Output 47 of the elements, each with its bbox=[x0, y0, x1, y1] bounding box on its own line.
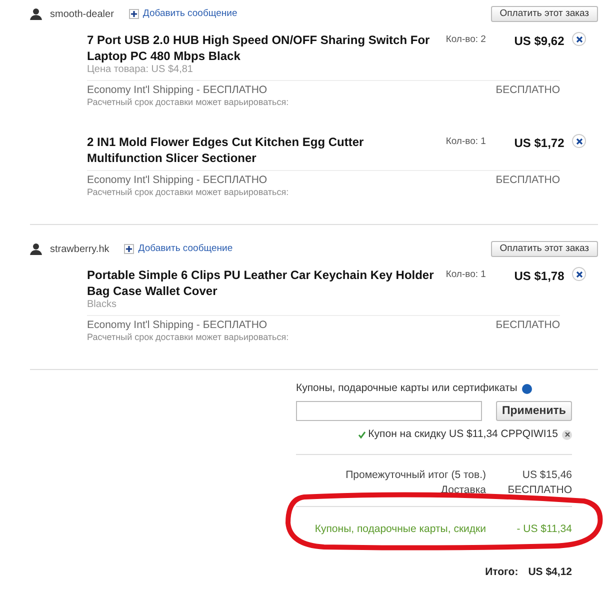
price: US $9,62 bbox=[514, 33, 564, 50]
remove-coupon-icon[interactable] bbox=[562, 430, 572, 440]
quantity: Кол-во: 1 bbox=[446, 135, 487, 149]
person-icon bbox=[30, 8, 42, 20]
total-value: US $4,12 bbox=[528, 566, 572, 579]
seller-name: strawberry.hk bbox=[50, 242, 110, 256]
plus-icon bbox=[128, 9, 139, 19]
pay-order-button[interactable]: Оплатить этот заказ bbox=[490, 241, 598, 257]
person-icon bbox=[30, 243, 42, 255]
shipping-method: Economy Int'l Shipping - БЕСПЛАТНО bbox=[87, 84, 268, 97]
shipping-method: Economy Int'l Shipping - БЕСПЛАТНО bbox=[87, 319, 268, 332]
shipping-note: Расчетный срок доставки может варьироваться: bbox=[87, 187, 290, 198]
shipping-price: БЕСПЛАТНО bbox=[496, 319, 560, 333]
product-title[interactable]: 2 IN1 Mold Flower Edges Cut Kitchen Egg Cutter Multifunction Slicer Sectioner bbox=[87, 134, 439, 166]
product-subtitle: Цена товара: US $4,81 bbox=[87, 64, 194, 76]
seller-name: smooth-dealer bbox=[50, 8, 114, 22]
summary-label: Купоны, подарочные карты, скидки bbox=[314, 523, 486, 536]
remove-icon[interactable] bbox=[572, 134, 586, 148]
summary-value: БЕСПЛАТНО bbox=[506, 484, 572, 497]
summary-label: Промежуточный итог (5 тов.) bbox=[346, 469, 486, 482]
plus-icon bbox=[124, 244, 134, 254]
pay-order-button[interactable]: Оплатить этот заказ bbox=[490, 6, 598, 22]
total-label: Итого: bbox=[485, 566, 518, 579]
price: US $1,78 bbox=[514, 268, 564, 285]
shipping-price: БЕСПЛАТНО bbox=[496, 174, 560, 188]
shipping-note: Расчетный срок доставки может варьироваться: bbox=[87, 97, 290, 108]
shipping-note: Расчетный срок доставки может варьироваться: bbox=[87, 332, 290, 343]
product-subtitle: Blacks bbox=[87, 299, 118, 311]
applied-coupon: Купон на скидку US $11,34 CPPQIWI15 bbox=[368, 428, 558, 441]
remove-icon[interactable] bbox=[572, 267, 586, 281]
coupon-label: Купоны, подарочные карты или сертификаты bbox=[296, 382, 518, 395]
remove-icon[interactable] bbox=[572, 32, 586, 46]
summary-label: Доставка bbox=[440, 484, 486, 497]
product-title[interactable]: 7 Port USB 2.0 HUB High Speed ON/OFF Sharing Switch For Laptop PC 480 Mbps Black bbox=[87, 32, 439, 64]
quantity: Кол-во: 2 bbox=[446, 33, 487, 47]
quantity: Кол-во: 1 bbox=[446, 268, 487, 282]
price: US $1,72 bbox=[514, 135, 564, 152]
shipping-method: Economy Int'l Shipping - БЕСПЛАТНО bbox=[87, 174, 268, 187]
shipping-price: БЕСПЛАТНО bbox=[496, 84, 560, 98]
add-message-link[interactable]: Добавить сообщение bbox=[124, 242, 233, 256]
add-message-link[interactable]: Добавить сообщение bbox=[128, 6, 238, 22]
summary-value: - US $11,34 bbox=[516, 523, 572, 536]
coupon-input[interactable] bbox=[296, 401, 482, 421]
summary-value: US $15,46 bbox=[521, 469, 572, 482]
checkmark-icon bbox=[358, 430, 366, 438]
product-title[interactable]: Portable Simple 6 Clips PU Leather Car Keychain Key Holder Bag Case Wallet Cover bbox=[87, 267, 439, 299]
apply-button[interactable]: Применить bbox=[496, 401, 572, 421]
